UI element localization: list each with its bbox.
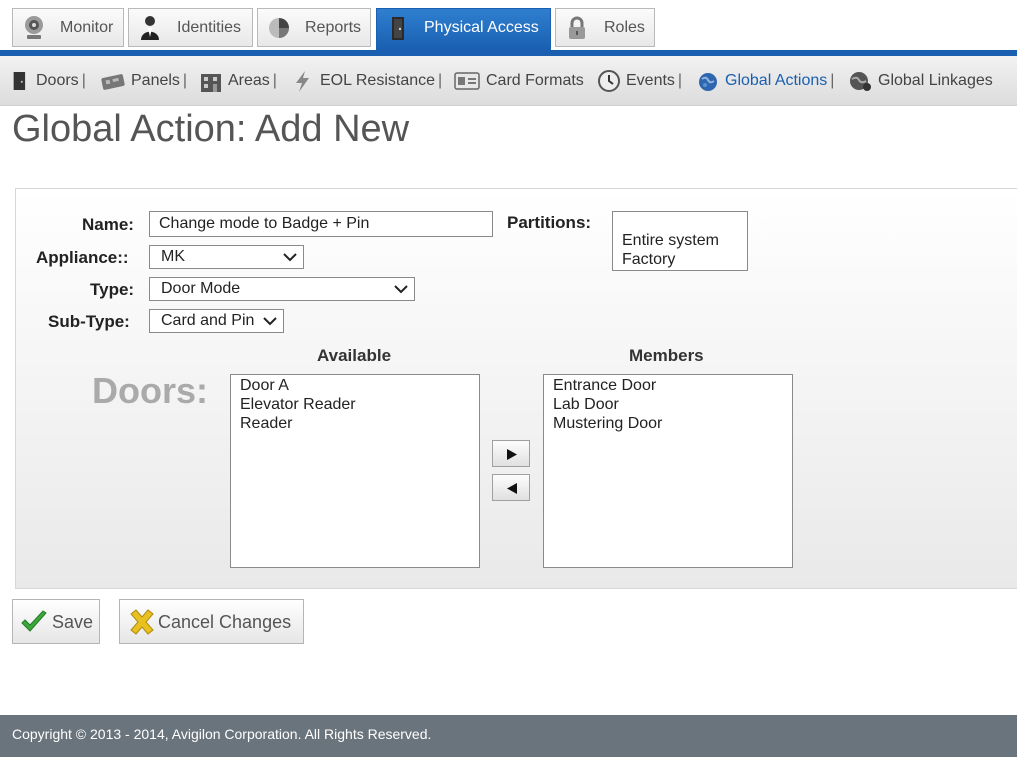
lock-icon: [569, 16, 585, 39]
cancel-label: Cancel Changes: [158, 612, 292, 632]
tab-physical-access[interactable]: Physical Access: [376, 8, 551, 50]
members-header: Members: [629, 346, 704, 365]
list-item[interactable]: Reader: [240, 414, 470, 433]
partition-option[interactable]: Factory: [622, 250, 738, 269]
tab-label: Physical Access: [424, 19, 539, 36]
subnav-eol-resistance[interactable]: EOL Resistance |: [292, 68, 442, 94]
member-doors-listbox[interactable]: Entrance Door Lab Door Mustering Door: [543, 374, 793, 568]
list-item[interactable]: Elevator Reader: [240, 395, 470, 414]
subnav-global-linkages[interactable]: Global Linkages: [848, 68, 996, 94]
subnav-areas[interactable]: Areas |: [200, 68, 277, 94]
footer: Copyright © 2013 - 2014, Avigilon Corpor…: [0, 715, 1017, 757]
sub-nav-bar: Doors | Panels | Areas | EOL Resistance …: [0, 56, 1017, 106]
list-item[interactable]: Mustering Door: [553, 414, 783, 433]
available-doors-listbox[interactable]: Door A Elevator Reader Reader: [230, 374, 480, 568]
subnav-label: Panels: [131, 72, 180, 89]
subnav-global-actions[interactable]: Global Actions |: [697, 68, 834, 94]
tab-label: Roles: [604, 19, 645, 36]
type-label: Type:: [90, 280, 135, 299]
chevron-down-icon: [263, 317, 277, 326]
subnav-label: Doors: [36, 72, 79, 89]
page-title: Global Action: Add New: [12, 108, 410, 150]
subnav-label: Global Linkages: [878, 72, 993, 89]
save-label: Save: [52, 612, 94, 632]
panel-board-icon: [101, 74, 125, 90]
globe-link-icon: [850, 72, 871, 91]
separator: |: [272, 72, 277, 89]
list-item[interactable]: Door A: [240, 376, 470, 395]
list-item[interactable]: Entrance Door: [553, 376, 783, 395]
tab-identities[interactable]: Identities: [128, 8, 253, 47]
separator: |: [182, 72, 188, 89]
subnav-label: Events: [626, 72, 675, 89]
type-select[interactable]: Door Mode: [149, 277, 415, 301]
partitions-listbox[interactable]: Entire system Factory: [612, 211, 748, 271]
id-card-icon: [454, 72, 480, 90]
separator: |: [677, 72, 683, 89]
arrow-right-icon: [507, 449, 517, 460]
person-icon: [141, 16, 159, 40]
subnav-panels[interactable]: Panels |: [101, 68, 187, 94]
appliance-select[interactable]: MK: [149, 245, 304, 269]
subtype-select[interactable]: Card and Pin: [149, 309, 284, 333]
save-button[interactable]: Save: [12, 599, 100, 644]
subnav-label: Global Actions: [725, 72, 828, 89]
partitions-label: Partitions:: [507, 213, 592, 232]
partition-option[interactable]: Entire system: [622, 231, 738, 250]
door-icon: [13, 72, 26, 90]
webcam-icon: [25, 16, 43, 39]
name-label: Name:: [82, 215, 134, 234]
tab-label: Monitor: [60, 19, 114, 36]
tab-reports[interactable]: Reports: [257, 8, 371, 47]
lightning-icon: [296, 71, 309, 92]
tab-label: Identities: [177, 19, 242, 36]
separator: |: [81, 72, 86, 89]
doors-label: Doors:: [92, 370, 208, 411]
type-value: Door Mode: [161, 280, 241, 297]
chevron-down-icon: [283, 253, 297, 262]
main-tab-bar: Monitor Identities Reports Physical Acce…: [0, 0, 1017, 56]
subnav-card-formats[interactable]: Card Formats: [454, 68, 587, 94]
pie-chart-icon: [269, 18, 289, 38]
building-icon: [201, 74, 221, 92]
subtype-value: Card and Pin: [161, 312, 255, 329]
subnav-label: Card Formats: [486, 72, 584, 89]
subnav-label: EOL Resistance: [320, 72, 436, 89]
tab-roles[interactable]: Roles: [555, 8, 655, 47]
door-icon: [392, 17, 404, 40]
copyright-text: Copyright © 2013 - 2014, Avigilon Corpor…: [12, 726, 432, 742]
appliance-value: MK: [161, 248, 185, 265]
tab-monitor[interactable]: Monitor: [12, 8, 124, 47]
subnav-label: Areas: [228, 72, 270, 89]
globe-icon: [699, 73, 717, 91]
subnav-events[interactable]: Events |: [598, 68, 682, 94]
move-left-button[interactable]: [492, 474, 530, 501]
clock-icon: [598, 70, 620, 92]
separator: |: [830, 72, 835, 89]
arrow-left-icon: [507, 483, 517, 494]
appliance-label: Appliance::: [36, 248, 129, 267]
cancel-x-icon: [130, 609, 154, 635]
subnav-doors[interactable]: Doors |: [12, 68, 86, 94]
list-item[interactable]: Lab Door: [553, 395, 783, 414]
cancel-changes-button[interactable]: Cancel Changes: [119, 599, 304, 644]
move-right-button[interactable]: [492, 440, 530, 467]
chevron-down-icon: [394, 285, 408, 294]
available-header: Available: [317, 346, 392, 365]
tab-label: Reports: [305, 19, 362, 36]
separator: |: [438, 72, 443, 89]
name-input[interactable]: [149, 211, 493, 237]
checkmark-icon: [21, 610, 47, 632]
subtype-label: Sub-Type:: [48, 312, 130, 331]
